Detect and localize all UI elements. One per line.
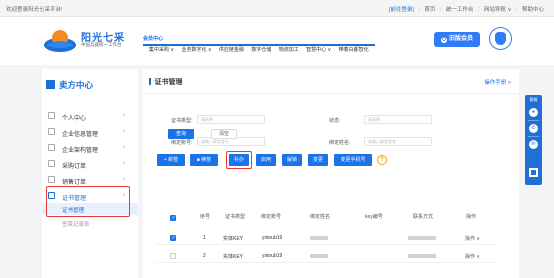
- row-operation-dropdown[interactable]: 操作 ∨: [465, 253, 480, 260]
- bind-account-label: 绑定账号:: [171, 140, 193, 146]
- manual-link[interactable]: 操作手册 >: [484, 78, 511, 86]
- document-icon: [48, 128, 55, 135]
- col-bind-name: 绑定姓名: [310, 214, 331, 220]
- blurred-name: [310, 254, 328, 258]
- building-icon: [46, 80, 55, 89]
- mail-icon[interactable]: ✉: [529, 140, 538, 149]
- nav-logistics[interactable]: 物流加工: [279, 47, 299, 53]
- row-no: 2: [203, 253, 206, 259]
- site-nav-link[interactable]: 网站导航 ∨: [484, 7, 512, 13]
- cert-type-select[interactable]: 请选择: [197, 115, 265, 124]
- sales-icon: [48, 176, 55, 183]
- top-links: [前往登录] | 首页 | 统一工作台 | 网站导航 ∨ | 帮助中心: [388, 7, 544, 13]
- renew-button[interactable]: ■ 续签: [190, 154, 218, 166]
- cert-type-label: 证书类型:: [171, 118, 193, 124]
- workbench-link[interactable]: 统一工作台: [446, 7, 474, 13]
- page-title: 证书管理: [149, 77, 183, 87]
- chevron-down-icon: ∨: [122, 176, 126, 182]
- row-type: 实体KEY: [223, 254, 244, 260]
- help-icon[interactable]: ?: [377, 155, 387, 165]
- change-button[interactable]: 变更: [308, 154, 328, 166]
- nav-extra[interactable]: 带着白都智化: [339, 47, 369, 53]
- row-type: 实体KEY: [223, 236, 244, 242]
- sidebar-item-personal[interactable]: 个人中心 ∨: [42, 109, 138, 123]
- sidebar-highlight-box: [46, 186, 130, 217]
- old-member-label: 旧版会员: [448, 36, 473, 42]
- row-operation-dropdown[interactable]: 操作 ∨: [465, 235, 480, 242]
- sidebar-item-sales-orders[interactable]: 销售订单 ∨: [42, 173, 138, 187]
- sidebar-item-enterprise-info[interactable]: 企业信息管理 ∨: [42, 125, 138, 139]
- phone-icon[interactable]: ✆: [529, 124, 538, 133]
- col-contact: 联系方式: [413, 214, 434, 220]
- sidebar: 卖方中心 个人中心 ∨ 企业信息管理 ∨ 企业架构管理 ∨ 采购订单 ∨ 销售订…: [42, 69, 138, 278]
- login-link[interactable]: [前往登录]: [389, 7, 414, 13]
- reissue-highlight-box: [226, 151, 252, 169]
- row-checkbox[interactable]: [170, 253, 176, 259]
- col-no: 序号: [200, 214, 211, 220]
- user-icon: [495, 32, 506, 45]
- qrcode-icon[interactable]: [525, 164, 542, 181]
- blurred-contact: [408, 236, 436, 240]
- chevron-down-icon: ∨: [122, 144, 126, 150]
- col-key-number: key编号: [365, 214, 383, 220]
- chevron-down-icon: ∨: [122, 128, 126, 134]
- row-checkbox[interactable]: [170, 235, 176, 241]
- select-all-checkbox[interactable]: [170, 215, 176, 221]
- divider: [143, 93, 519, 94]
- query-button[interactable]: 查询: [168, 129, 194, 139]
- clear-button[interactable]: 清空: [211, 129, 237, 139]
- sidebar-subitem-signature-log[interactable]: 签章记录表: [42, 217, 138, 229]
- chevron-down-icon: ∨: [122, 112, 126, 118]
- help-center-link[interactable]: 帮助中心: [522, 7, 544, 13]
- nav-smart-center[interactable]: 智慧中心 ∨: [306, 47, 331, 53]
- sidebar-item-purchase-orders[interactable]: 采购订单 ∨: [42, 157, 138, 171]
- welcome-text: 欢迎登录阳光七采平台!: [6, 7, 63, 13]
- chevron-down-icon: ∨: [122, 160, 126, 166]
- nav-digital-storage[interactable]: 数字仓储: [251, 47, 271, 53]
- person-icon[interactable]: ●: [529, 108, 538, 117]
- home-link[interactable]: 首页: [424, 7, 435, 13]
- row-account: ystoub19: [262, 253, 283, 259]
- change-phone-button[interactable]: 变更手机号: [334, 154, 372, 166]
- top-utility-bar: 欢迎登录阳光七采平台! [前往登录] | 首页 | 统一工作台 | 网站导航 ∨…: [0, 0, 554, 17]
- brand-subtitle: 中国兵器统一工作台: [81, 42, 122, 47]
- old-member-button[interactable]: O 旧版会员: [434, 32, 480, 47]
- site-header: 阳光七采 中国兵器统一工作台 会员中心 集中采购 ∨ 业务数字化 ∨ 供应链金融…: [0, 17, 554, 65]
- sidebar-item-enterprise-structure[interactable]: 企业架构管理 ∨: [42, 141, 138, 155]
- col-cert-type: 证书类型: [225, 214, 246, 220]
- nav-centralized-purchase[interactable]: 集中采购 ∨: [149, 47, 174, 53]
- status-select[interactable]: 请选择: [364, 115, 432, 124]
- unlock-button[interactable]: 解锁: [282, 154, 302, 166]
- blurred-name: [310, 236, 328, 240]
- person-icon: [48, 112, 55, 119]
- enable-button[interactable]: 启用: [256, 154, 276, 166]
- new-sign-button[interactable]: + 新签: [157, 154, 185, 166]
- row-account: ystoub19: [262, 235, 283, 241]
- row-no: 1: [203, 235, 206, 241]
- old-member-icon: O: [440, 36, 447, 43]
- status-label: 状态:: [329, 118, 341, 124]
- col-operation: 操作: [466, 214, 477, 220]
- nav-supply-finance[interactable]: 供应链金融: [219, 47, 244, 53]
- sidebar-title: 卖方中心: [46, 79, 93, 91]
- nav-member-center[interactable]: 会员中心: [143, 36, 375, 46]
- main-panel: 证书管理 操作手册 > 证书类型: 请选择 状态: 请选择 绑定账号: 请输入绑…: [143, 69, 519, 278]
- col-bind-account: 绑定账号: [261, 214, 282, 220]
- brand-logo-icon[interactable]: [42, 27, 78, 53]
- org-icon: [48, 144, 55, 151]
- bind-name-label: 绑定姓名:: [329, 140, 351, 146]
- blurred-contact: [408, 254, 436, 258]
- nav-business-digital[interactable]: 业务数字化 ∨: [181, 47, 211, 53]
- order-icon: [48, 160, 55, 167]
- avatar[interactable]: [489, 27, 512, 50]
- bind-name-input[interactable]: 请输入绑定姓名: [364, 137, 432, 146]
- main-nav: 会员中心 集中采购 ∨ 业务数字化 ∨ 供应链金融 数字仓储 物流加工 智慧中心…: [143, 35, 375, 53]
- widget-label: 客服: [529, 97, 538, 102]
